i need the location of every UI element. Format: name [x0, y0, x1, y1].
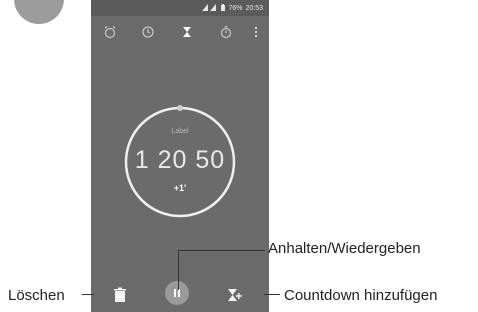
callout-add-countdown: Countdown hinzufügen — [284, 287, 438, 304]
callout-line-add — [264, 294, 280, 295]
bottom-controls — [91, 280, 269, 312]
callout-pause-resume: Anhalten/Wiedergeben — [268, 240, 421, 257]
status-bar: 76% 20:53 — [91, 0, 269, 16]
hourglass-icon — [180, 25, 194, 39]
clock-icon — [141, 25, 155, 39]
add-one-minute-button[interactable]: +1' — [91, 183, 269, 193]
timer-remaining-time: 1 20 50 — [134, 146, 226, 174]
pause-icon — [165, 289, 189, 309]
overflow-menu-button[interactable] — [249, 25, 263, 39]
delete-button[interactable] — [113, 287, 127, 303]
phone-screen: 76% 20:53 Label 1 20 50 +1' — [91, 0, 269, 312]
tab-clock[interactable] — [141, 25, 155, 39]
battery-level: 76% — [228, 4, 243, 12]
battery-icon — [221, 3, 226, 13]
hourglass-add-icon — [227, 289, 243, 307]
alarm-icon — [103, 25, 117, 39]
timer-label[interactable]: Label — [91, 128, 269, 135]
more-vert-icon — [249, 25, 263, 39]
callout-line-pause-vertical — [178, 250, 179, 290]
status-time: 20:53 — [245, 4, 263, 12]
tab-timer[interactable] — [180, 25, 194, 39]
trash-icon — [113, 287, 127, 307]
tab-alarm[interactable] — [103, 25, 117, 39]
add-countdown-button[interactable] — [227, 287, 243, 303]
callout-line-delete — [82, 294, 94, 295]
signal-icon — [202, 3, 218, 13]
pause-resume-button[interactable] — [165, 281, 189, 305]
tab-stopwatch[interactable] — [219, 25, 233, 39]
callout-delete: Löschen — [8, 287, 65, 304]
stopwatch-icon — [219, 25, 233, 39]
step-marker-circle — [14, 0, 64, 24]
tab-bar — [91, 20, 269, 44]
callout-line-pause-horizontal — [178, 250, 265, 251]
